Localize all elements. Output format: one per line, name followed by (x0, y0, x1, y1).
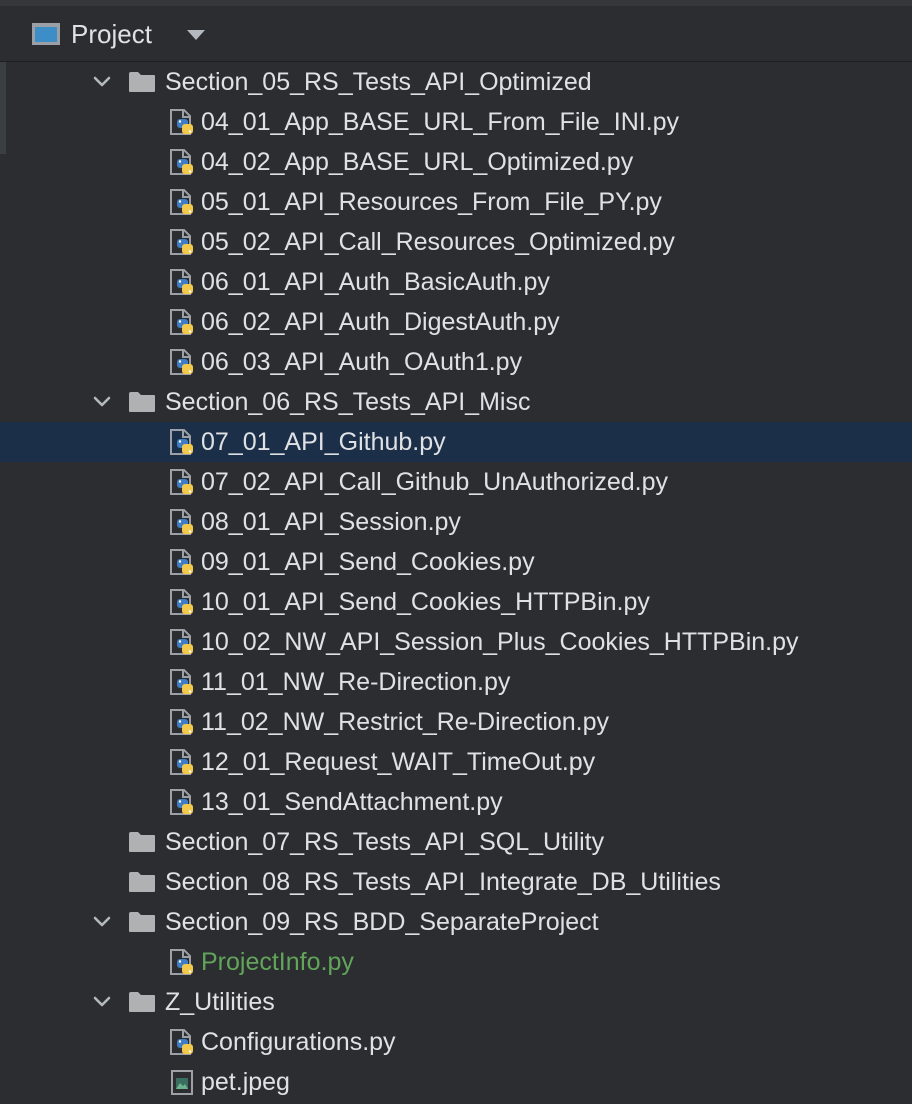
tree-item-label: Section_05_RS_Tests_API_Optimized (165, 68, 592, 96)
tree-file-row[interactable]: 10_01_API_Send_Cookies_HTTPBin.py (0, 582, 912, 622)
folder-icon (129, 392, 155, 412)
tree-folder-row[interactable]: Section_07_RS_Tests_API_SQL_Utility (0, 822, 912, 862)
image-file-icon (171, 1070, 193, 1095)
folder-icon (129, 872, 155, 892)
tree-folder-row[interactable]: Section_05_RS_Tests_API_Optimized (0, 62, 912, 102)
tree-file-row[interactable]: 12_01_Request_WAIT_TimeOut.py (0, 742, 912, 782)
project-tree: Section_05_RS_Tests_API_Optimized 04_01_A… (0, 62, 912, 1102)
tree-file-row[interactable]: 06_02_API_Auth_DigestAuth.py (0, 302, 912, 342)
tree-item-label: 05_01_API_Resources_From_File_PY.py (201, 188, 662, 216)
python-file-icon (170, 549, 193, 575)
tree-file-row[interactable]: 10_02_NW_API_Session_Plus_Cookies_HTTPBi… (0, 622, 912, 662)
tree-item-label: 09_01_API_Send_Cookies.py (201, 548, 535, 576)
tree-file-row[interactable]: 06_03_API_Auth_OAuth1.py (0, 342, 912, 382)
python-file-icon (170, 349, 193, 375)
tree-item-label: 07_01_API_Github.py (201, 428, 446, 456)
tree-item-label: 13_01_SendAttachment.py (201, 788, 503, 816)
tree-item-label: 06_01_API_Auth_BasicAuth.py (201, 268, 550, 296)
tree-file-row[interactable]: 04_01_App_BASE_URL_From_File_INI.py (0, 102, 912, 142)
tree-file-row[interactable]: 08_01_API_Session.py (0, 502, 912, 542)
tree-item-label: 10_02_NW_API_Session_Plus_Cookies_HTTPBi… (201, 628, 799, 656)
tree-file-row[interactable]: 04_02_App_BASE_URL_Optimized.py (0, 142, 912, 182)
tree-item-label: 06_03_API_Auth_OAuth1.py (201, 348, 523, 376)
tree-item-label: 10_01_API_Send_Cookies_HTTPBin.py (201, 588, 650, 616)
python-file-icon (170, 749, 193, 775)
python-file-icon (170, 709, 193, 735)
tree-file-row[interactable]: 05_01_API_Resources_From_File_PY.py (0, 182, 912, 222)
tree-file-row[interactable]: ProjectInfo.py (0, 942, 912, 982)
python-file-icon (170, 629, 193, 655)
tree-file-row[interactable]: 11_02_NW_Restrict_Re-Direction.py (0, 702, 912, 742)
tree-file-row[interactable]: Configurations.py (0, 1022, 912, 1062)
tree-item-label: Configurations.py (201, 1028, 396, 1056)
tree-folder-row[interactable]: Section_08_RS_Tests_API_Integrate_DB_Uti… (0, 862, 912, 902)
tree-item-label: Section_06_RS_Tests_API_Misc (165, 388, 531, 416)
tree-item-label: Z_Utilities (165, 988, 275, 1016)
tree-item-label: 12_01_Request_WAIT_TimeOut.py (201, 748, 596, 776)
tree-file-row[interactable]: pet.jpeg (0, 1062, 912, 1102)
project-title[interactable]: Project (71, 18, 152, 50)
tree-file-row[interactable]: 11_01_NW_Re-Direction.py (0, 662, 912, 702)
tree-item-label: 04_02_App_BASE_URL_Optimized.py (201, 148, 634, 176)
project-header: Project (0, 6, 912, 62)
tree-folder-row[interactable]: Section_09_RS_BDD_SeparateProject (0, 902, 912, 942)
tree-item-label: pet.jpeg (201, 1068, 290, 1096)
tree-file-row[interactable]: 07_01_API_Github.py (0, 422, 912, 462)
python-file-icon (170, 509, 193, 535)
tree-item-label: 04_01_App_BASE_URL_From_File_INI.py (201, 108, 680, 136)
chevron-down-icon[interactable] (91, 911, 113, 933)
project-tool-window: Project Section_05_RS_Tests_API_Optimize… (0, 0, 912, 1104)
python-file-icon (170, 269, 193, 295)
python-file-icon (170, 469, 193, 495)
tree-item-label: 06_02_API_Auth_DigestAuth.py (201, 308, 560, 336)
folder-icon (129, 832, 155, 852)
python-file-icon (170, 669, 193, 695)
chevron-down-icon[interactable] (187, 30, 205, 40)
chevron-down-icon[interactable] (91, 991, 113, 1013)
tree-item-label: 08_01_API_Session.py (201, 508, 461, 536)
python-file-icon (170, 949, 193, 975)
tree-item-label: Section_07_RS_Tests_API_SQL_Utility (165, 828, 605, 856)
python-file-icon (170, 229, 193, 255)
tree-file-row[interactable]: 07_02_API_Call_Github_UnAuthorized.py (0, 462, 912, 502)
folder-icon (129, 912, 155, 932)
python-file-icon (170, 309, 193, 335)
python-file-icon (170, 189, 193, 215)
tree-item-label: Section_08_RS_Tests_API_Integrate_DB_Uti… (165, 868, 721, 896)
tree-item-label: 11_02_NW_Restrict_Re-Direction.py (201, 708, 610, 736)
tree-item-label: 07_02_API_Call_Github_UnAuthorized.py (201, 468, 668, 496)
tree-item-label: 05_02_API_Call_Resources_Optimized.py (201, 228, 675, 256)
tree-file-row[interactable]: 13_01_SendAttachment.py (0, 782, 912, 822)
folder-icon (129, 992, 155, 1012)
python-file-icon (170, 589, 193, 615)
tree-folder-row[interactable]: Z_Utilities (0, 982, 912, 1022)
tree-file-row[interactable]: 05_02_API_Call_Resources_Optimized.py (0, 222, 912, 262)
chevron-down-icon[interactable] (91, 391, 113, 413)
folder-icon (129, 72, 155, 92)
tree-file-row[interactable]: 09_01_API_Send_Cookies.py (0, 542, 912, 582)
project-window-icon (32, 23, 60, 45)
tree-item-label: Section_09_RS_BDD_SeparateProject (165, 908, 599, 936)
python-file-icon (170, 109, 193, 135)
python-file-icon (170, 149, 193, 175)
python-file-icon (170, 429, 193, 455)
tree-item-label: 11_01_NW_Re-Direction.py (201, 668, 511, 696)
python-file-icon (170, 1029, 193, 1055)
tree-file-row[interactable]: 06_01_API_Auth_BasicAuth.py (0, 262, 912, 302)
chevron-down-icon[interactable] (91, 71, 113, 93)
tree-item-label: ProjectInfo.py (201, 948, 354, 976)
python-file-icon (170, 789, 193, 815)
tree-folder-row[interactable]: Section_06_RS_Tests_API_Misc (0, 382, 912, 422)
